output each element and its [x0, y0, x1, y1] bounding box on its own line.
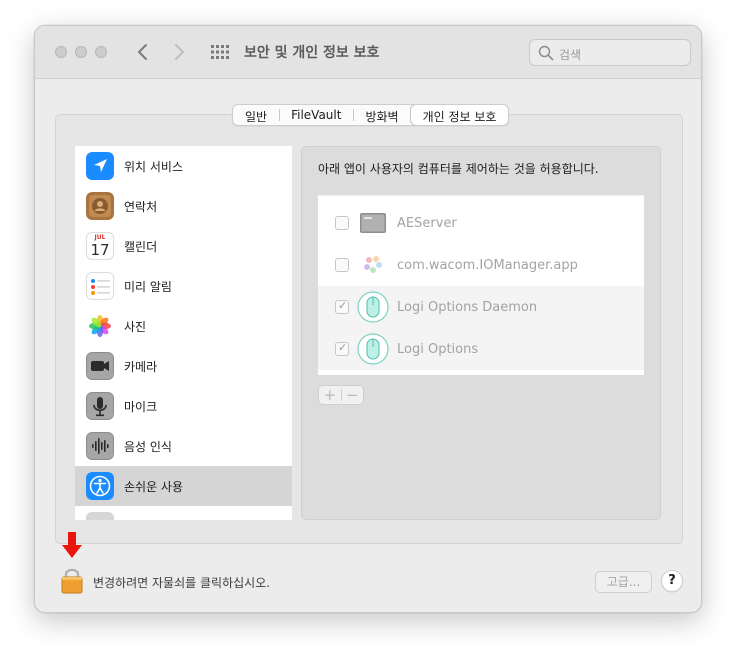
logi-mouse-icon [357, 333, 389, 365]
sidebar-item-label: 마이크 [124, 399, 158, 414]
app-name: AEServer [397, 215, 457, 231]
red-arrow-annotation-icon [61, 532, 83, 560]
search-placeholder: 검색 [559, 48, 582, 62]
app-name: com.wacom.IOManager.app [397, 257, 578, 273]
logi-options-checkbox[interactable] [335, 341, 349, 356]
partially-hidden-icon [86, 512, 114, 520]
add-app-button[interactable]: + [319, 386, 341, 404]
back-button[interactable] [133, 39, 153, 65]
location-icon [86, 152, 114, 180]
tab-firewall[interactable]: 방화벽 [353, 105, 410, 125]
aeserver-icon [357, 207, 389, 239]
logi-mouse-icon [357, 291, 389, 323]
sidebar-item-partial [75, 506, 292, 520]
sidebar-item-accessibility[interactable]: 손쉬운 사용 [75, 466, 292, 506]
sidebar-item-label: 손쉬운 사용 [124, 479, 184, 494]
app-row-aeserver[interactable]: AEServer [318, 202, 644, 244]
window-title: 보안 및 개인 정보 보호 [244, 45, 380, 61]
reminders-icon [86, 272, 114, 300]
minimize-window-button[interactable] [75, 46, 87, 58]
sidebar-item-label: 연락처 [124, 199, 158, 214]
sidebar-item-label: 카메라 [124, 359, 158, 374]
zoom-window-button[interactable] [95, 46, 107, 58]
accessibility-icon [86, 472, 114, 500]
photos-icon [86, 312, 114, 340]
forward-button[interactable] [169, 39, 189, 65]
sidebar-item-camera[interactable]: 카메라 [75, 346, 292, 386]
remove-app-button[interactable]: − [342, 386, 364, 404]
tab-filevault[interactable]: FileVault [279, 105, 353, 125]
tab-bar: 일반 FileVault 방화벽 개인 정보 보호 [232, 104, 510, 126]
sidebar-item-contacts[interactable]: 연락처 [75, 186, 292, 226]
app-name: Logi Options Daemon [397, 299, 538, 315]
calendar-icon: JUL 17 [86, 232, 114, 260]
add-remove-control: + − [318, 385, 364, 405]
wacom-checkbox[interactable] [335, 258, 349, 272]
tab-general[interactable]: 일반 [233, 105, 279, 125]
lock-instruction-text: 변경하려면 자물쇠를 클릭하십시오. [93, 576, 271, 590]
sidebar-item-label: 미리 알림 [124, 279, 172, 294]
title-bar: 보안 및 개인 정보 보호 검색 [35, 26, 701, 79]
aeserver-checkbox[interactable] [335, 216, 349, 230]
tab-privacy[interactable]: 개인 정보 보호 [410, 105, 509, 125]
search-input[interactable]: 검색 [529, 39, 691, 66]
advanced-button[interactable]: 고급... [595, 571, 652, 593]
grid-icon [211, 45, 229, 59]
sidebar-item-label: 사진 [124, 319, 147, 334]
app-permission-panel: 아래 앱이 사용자의 컴퓨터를 제어하는 것을 허용합니다. AEServer … [301, 146, 661, 520]
close-window-button[interactable] [55, 46, 67, 58]
preferences-window: 보안 및 개인 정보 보호 검색 일반 FileVault 방화벽 개인 정보 … [34, 25, 702, 613]
app-row-wacom[interactable]: com.wacom.IOManager.app [318, 244, 644, 286]
sidebar-item-calendar[interactable]: JUL 17 캘린더 [75, 226, 292, 266]
camera-icon [86, 352, 114, 380]
sidebar-item-label: 음성 인식 [124, 439, 172, 454]
app-list: AEServer com.wacom.IOManager.app Logi Op… [318, 195, 644, 375]
help-button[interactable]: ? [661, 570, 683, 592]
sidebar-item-microphone[interactable]: 마이크 [75, 386, 292, 426]
sidebar-item-speech-recognition[interactable]: 음성 인식 [75, 426, 292, 466]
app-name: Logi Options [397, 341, 479, 357]
sidebar-item-location-services[interactable]: 위치 서비스 [75, 146, 292, 186]
lock-icon[interactable] [61, 566, 83, 594]
privacy-category-list: 위치 서비스 연락처 JUL 17 캘린더 미리 알림 사진 카메라 마이크 음… [75, 146, 292, 520]
wacom-icon [357, 249, 389, 281]
sidebar-item-reminders[interactable]: 미리 알림 [75, 266, 292, 306]
speech-recognition-icon [86, 432, 114, 460]
contacts-icon [86, 192, 114, 220]
app-row-logi-options[interactable]: Logi Options [318, 328, 644, 370]
calendar-day: 17 [90, 241, 110, 259]
app-row-logi-options-daemon[interactable]: Logi Options Daemon [318, 286, 644, 328]
show-all-grid-button[interactable] [211, 44, 229, 59]
sidebar-item-label: 위치 서비스 [124, 159, 184, 174]
panel-description: 아래 앱이 사용자의 컴퓨터를 제어하는 것을 허용합니다. [318, 162, 599, 176]
sidebar-item-label: 캘린더 [124, 239, 158, 254]
logi-options-daemon-checkbox[interactable] [335, 299, 349, 314]
chevron-left-icon [138, 44, 147, 60]
search-icon [538, 45, 554, 61]
sidebar-item-photos[interactable]: 사진 [75, 306, 292, 346]
microphone-icon [86, 392, 114, 420]
calendar-month: JUL [94, 234, 106, 241]
chevron-right-icon [175, 44, 184, 60]
